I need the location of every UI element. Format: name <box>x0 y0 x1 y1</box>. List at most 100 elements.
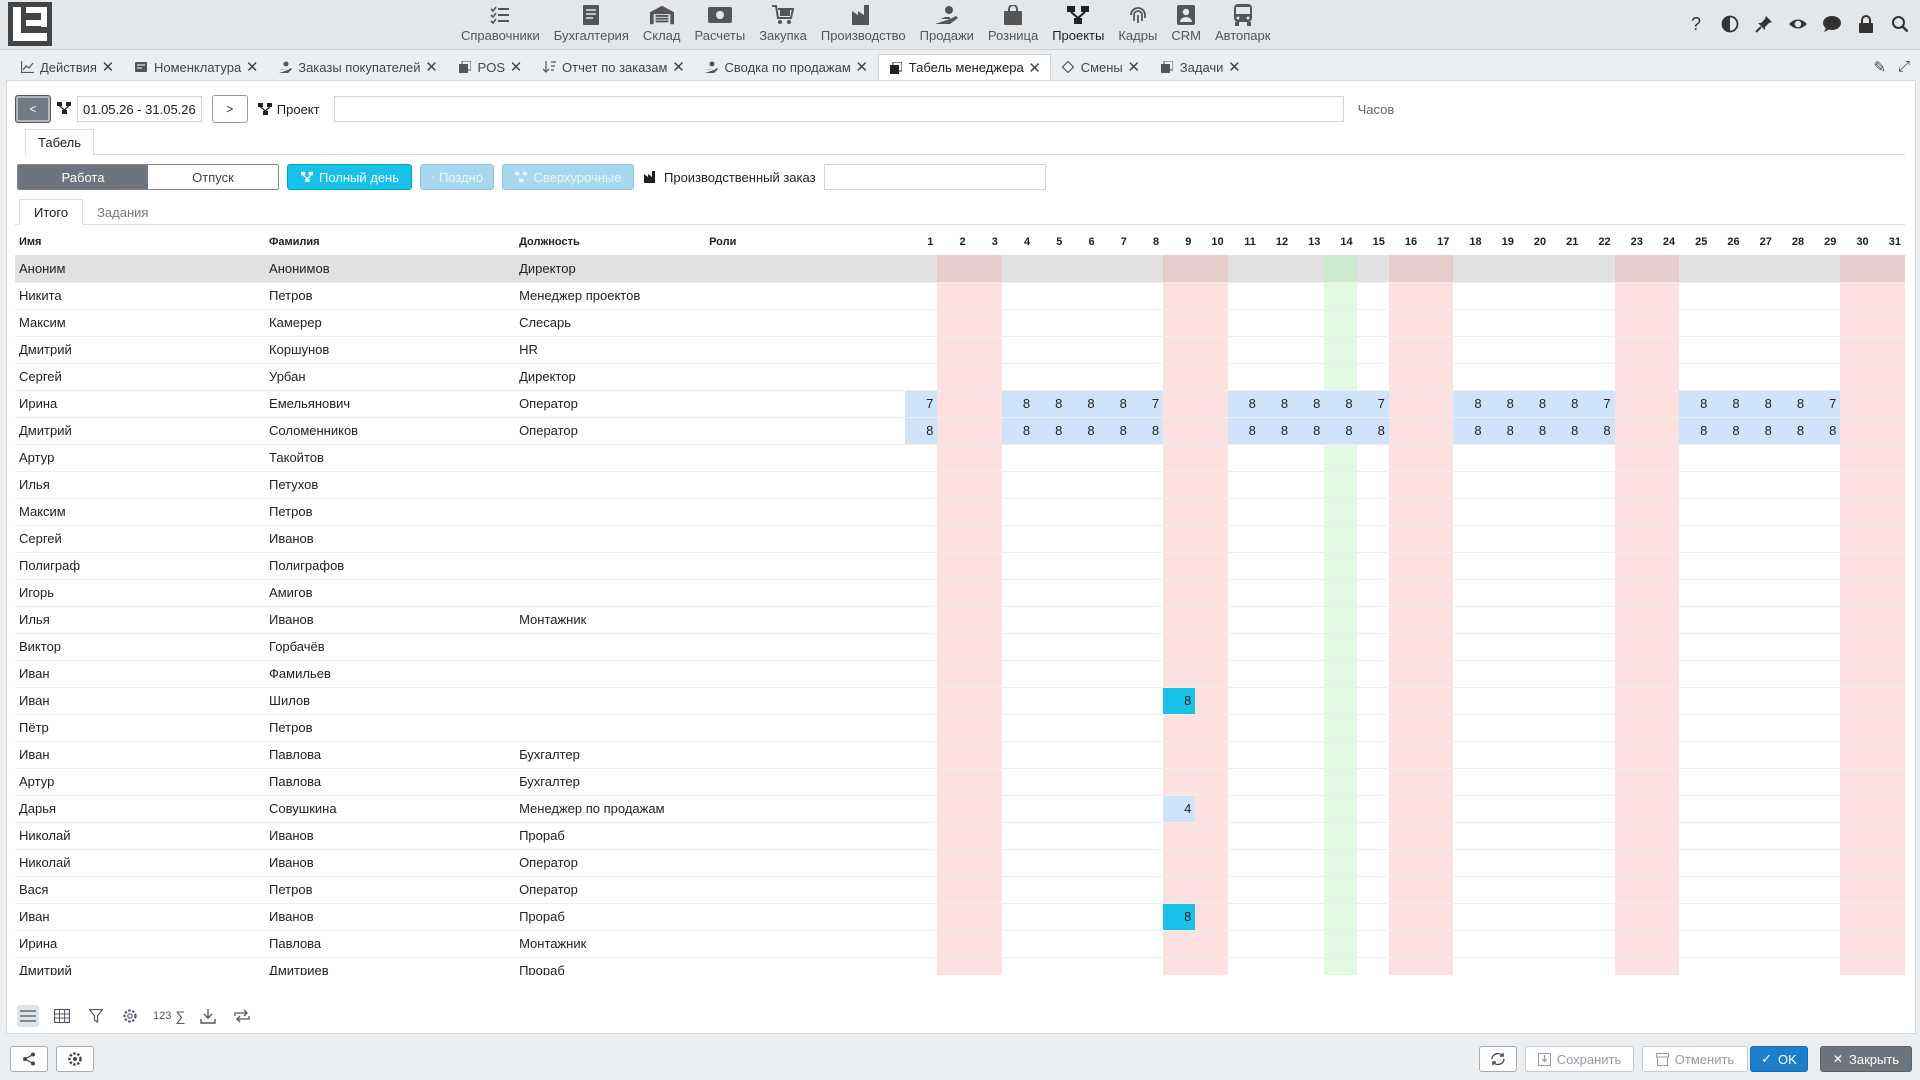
day-cell[interactable] <box>1808 444 1841 472</box>
day-cell[interactable] <box>937 849 970 877</box>
day-cell[interactable] <box>1453 309 1486 337</box>
day-cell[interactable] <box>1034 255 1067 283</box>
day-cell[interactable] <box>1001 606 1035 634</box>
day-cell[interactable] <box>1259 714 1293 742</box>
late-button[interactable]: Поздно <box>420 164 494 190</box>
day-cell[interactable] <box>1130 633 1164 661</box>
day-cell[interactable] <box>1550 606 1583 634</box>
day-cell[interactable] <box>1292 444 1325 472</box>
day-cell[interactable] <box>1711 633 1744 661</box>
day-cell[interactable] <box>1872 714 1905 742</box>
day-cell[interactable] <box>1453 633 1486 661</box>
day-cell[interactable] <box>1614 363 1647 391</box>
day-cell[interactable] <box>1421 525 1454 553</box>
day-cell[interactable] <box>1195 633 1228 661</box>
day-cell[interactable] <box>1130 957 1164 975</box>
day-cell[interactable] <box>1034 768 1067 796</box>
tab-diamond[interactable]: Смены ✕ <box>1051 54 1150 80</box>
day-cell[interactable] <box>1808 498 1841 526</box>
day-cell[interactable] <box>1001 498 1035 526</box>
day-cell[interactable] <box>1582 687 1615 715</box>
day-cell[interactable] <box>1775 768 1809 796</box>
day-cell[interactable] <box>1098 336 1131 364</box>
day-cell[interactable] <box>1517 336 1551 364</box>
day-cell[interactable] <box>1098 255 1131 283</box>
day-cell[interactable] <box>1292 849 1325 877</box>
column-header-day[interactable]: 21 <box>1550 229 1582 255</box>
day-cell[interactable] <box>1517 552 1551 580</box>
day-cell[interactable] <box>905 768 938 796</box>
day-cell[interactable] <box>1066 606 1099 634</box>
day-cell[interactable] <box>1066 282 1099 310</box>
day-cell[interactable] <box>1195 741 1228 769</box>
day-cell[interactable] <box>1227 498 1260 526</box>
column-header-day[interactable]: 13 <box>1292 229 1324 255</box>
day-cell[interactable] <box>1098 309 1131 337</box>
close-button[interactable]: ✕ Закрыть <box>1820 1046 1912 1072</box>
day-cell[interactable] <box>1130 525 1164 553</box>
day-cell[interactable] <box>1775 633 1809 661</box>
day-cell[interactable] <box>1550 633 1583 661</box>
day-cell[interactable] <box>905 957 938 975</box>
day-cell[interactable] <box>937 309 970 337</box>
day-cell[interactable] <box>1098 363 1131 391</box>
day-cell[interactable] <box>1775 822 1809 850</box>
day-cell[interactable] <box>1517 282 1551 310</box>
day-cell[interactable] <box>1388 552 1422 580</box>
day-cell[interactable] <box>1421 660 1454 688</box>
day-cell[interactable] <box>1485 930 1518 958</box>
nav-item-factory[interactable]: Производство <box>815 2 912 48</box>
day-cell[interactable] <box>1485 687 1518 715</box>
day-cell[interactable] <box>1775 255 1809 283</box>
day-cell[interactable] <box>1711 309 1744 337</box>
day-cell[interactable] <box>937 687 970 715</box>
day-cell[interactable] <box>1324 444 1357 472</box>
day-cell[interactable] <box>1775 282 1809 310</box>
day-cell[interactable] <box>1711 444 1744 472</box>
refresh-loop-icon[interactable] <box>231 1005 253 1027</box>
day-cell[interactable] <box>1872 552 1905 580</box>
day-cell[interactable] <box>1195 579 1228 607</box>
day-cell[interactable] <box>1614 606 1647 634</box>
day-cell[interactable] <box>1034 363 1067 391</box>
day-cell[interactable] <box>1872 444 1905 472</box>
day-cell[interactable]: 8 <box>1098 390 1131 418</box>
day-cell[interactable] <box>1388 309 1422 337</box>
day-cell[interactable] <box>1550 795 1583 823</box>
day-cell[interactable] <box>1679 957 1712 975</box>
day-cell[interactable] <box>1582 579 1615 607</box>
day-cell[interactable] <box>1130 309 1164 337</box>
day-cell[interactable] <box>1292 552 1325 580</box>
day-cell[interactable] <box>1582 957 1615 975</box>
day-cell[interactable] <box>1421 363 1454 391</box>
day-cell[interactable] <box>969 309 1002 337</box>
day-cell[interactable] <box>1356 930 1389 958</box>
list-view-icon[interactable] <box>17 1005 39 1027</box>
day-cell[interactable] <box>1356 795 1389 823</box>
nav-item-warehouse[interactable]: Склад <box>637 2 687 48</box>
day-cell[interactable] <box>1582 795 1615 823</box>
day-cell[interactable] <box>905 822 938 850</box>
tab-total[interactable]: Итого <box>19 199 84 225</box>
day-cell[interactable] <box>1227 336 1260 364</box>
column-header-day[interactable]: 29 <box>1808 229 1840 255</box>
day-cell[interactable] <box>1453 363 1486 391</box>
day-cell[interactable] <box>1550 363 1583 391</box>
day-cell[interactable] <box>1743 579 1776 607</box>
day-cell[interactable] <box>1098 282 1131 310</box>
day-cell[interactable] <box>1421 336 1454 364</box>
day-cell[interactable] <box>1066 903 1099 931</box>
day-cell[interactable] <box>1775 714 1809 742</box>
day-cell[interactable] <box>905 336 938 364</box>
day-cell[interactable] <box>1356 579 1389 607</box>
day-cell[interactable] <box>1356 498 1389 526</box>
day-cell[interactable] <box>1485 498 1518 526</box>
day-cell[interactable] <box>1679 525 1712 553</box>
day-cell[interactable] <box>1292 579 1325 607</box>
day-cell[interactable] <box>1872 498 1905 526</box>
day-cell[interactable] <box>1421 579 1454 607</box>
day-cell[interactable] <box>1388 930 1422 958</box>
nav-item-cart[interactable]: Закупка <box>753 2 813 48</box>
day-cell[interactable] <box>1808 633 1841 661</box>
day-cell[interactable] <box>1550 957 1583 975</box>
